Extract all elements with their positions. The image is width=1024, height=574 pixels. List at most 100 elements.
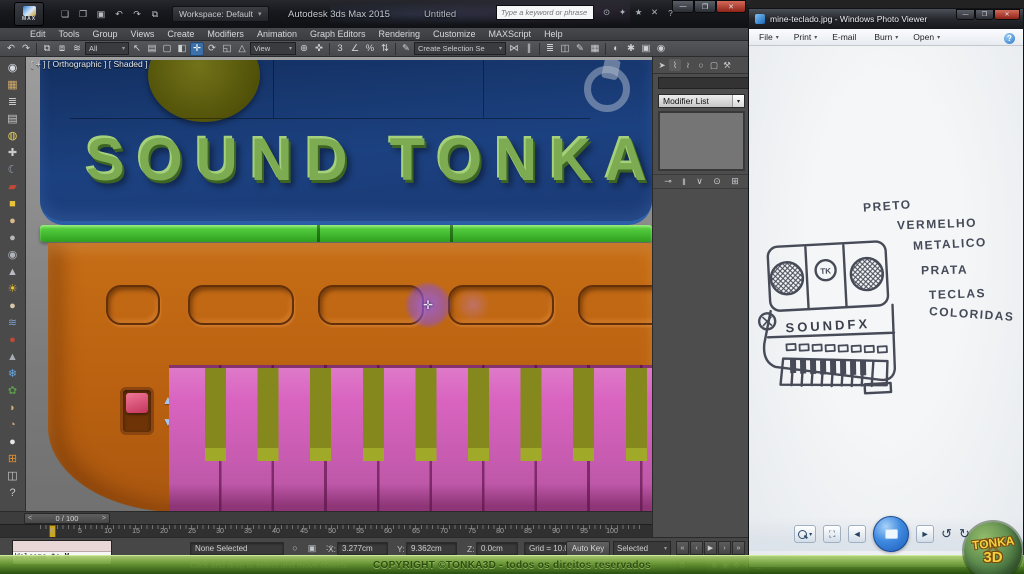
workspace-dropdown[interactable]: Workspace: Default ▾ — [172, 6, 269, 22]
table-icon[interactable]: ▤ — [3, 110, 23, 127]
scale-icon[interactable]: ◱ — [220, 42, 234, 56]
door-icon[interactable]: ◫ — [3, 467, 23, 484]
reference-coordinate-dropdown[interactable]: View▾ — [250, 42, 296, 55]
menu-item[interactable]: Group — [93, 29, 118, 39]
named-selection-set-dropdown[interactable]: Create Selection Se▾ — [414, 42, 506, 55]
make-unique-icon[interactable]: ∨ — [696, 176, 703, 187]
pyramid-icon[interactable]: ▲ — [3, 348, 23, 365]
search-icon[interactable]: ⊙ — [600, 6, 613, 19]
3dsmax-app-button[interactable]: MAX — [14, 2, 44, 26]
rendered-frame-icon[interactable]: ▣ — [639, 42, 653, 56]
manipulate-icon[interactable]: ✜ — [312, 42, 326, 56]
selection-region-icon[interactable]: ▢ — [160, 42, 174, 56]
help-icon[interactable]: ? — [1004, 33, 1015, 44]
undo-icon[interactable]: ↶ — [112, 7, 126, 21]
sign-in-icon[interactable]: ✕ — [648, 6, 661, 19]
modify-tab-icon[interactable]: ⌇ — [669, 59, 681, 71]
favorites-icon[interactable]: ★ — [632, 6, 645, 19]
moon-icon[interactable]: ☾ — [3, 161, 23, 178]
teapot-primitive-icon[interactable]: ◉ — [3, 246, 23, 263]
bind-spacewarp-icon[interactable]: ≋ — [70, 42, 84, 56]
play-button[interactable]: ▶ — [704, 541, 717, 555]
maximize-button[interactable]: ❐ — [694, 0, 716, 13]
layer-manager-icon[interactable]: ≣ — [543, 42, 557, 56]
viewer-menu-item[interactable]: File▾ — [759, 32, 779, 42]
window-crossing-icon[interactable]: ◧ — [175, 42, 189, 56]
viewer-menu-item[interactable]: E-mail — [832, 32, 859, 42]
image-icon[interactable]: ▦ — [3, 76, 23, 93]
open-file-icon[interactable]: ❐ — [76, 7, 90, 21]
configure-modifier-sets-icon[interactable]: ⊞ — [731, 176, 739, 187]
zoom-button[interactable]: ▾ — [794, 525, 816, 543]
new-scene-icon[interactable]: ❏ — [58, 7, 72, 21]
rotate-counterclockwise-button[interactable]: ↺ — [941, 526, 952, 542]
snap-toggle-icon[interactable]: 3 — [333, 42, 347, 56]
save-file-icon[interactable]: ▣ — [94, 7, 108, 21]
redo-icon[interactable]: ↷ — [130, 7, 144, 21]
select-and-move-button[interactable]: ✛ — [190, 42, 204, 56]
modifier-list-dropdown[interactable]: Modifier List ▾ — [658, 94, 745, 108]
next-image-button[interactable]: ► — [916, 525, 934, 543]
minimize-button[interactable]: — — [672, 0, 694, 13]
viewport-label[interactable]: [ + ] [ Orthographic ] [ Shaded ] — [31, 59, 147, 69]
time-slider[interactable]: < 0 / 100 > — [24, 513, 110, 524]
close-button[interactable]: ✕ — [716, 0, 746, 13]
key-mode-dropdown[interactable]: Selected▾ — [613, 541, 671, 556]
list-icon[interactable]: ≣ — [3, 93, 23, 110]
sphere-icon[interactable]: ● — [3, 297, 23, 314]
menu-item[interactable]: Tools — [59, 29, 80, 39]
close-button[interactable]: ✕ — [994, 9, 1020, 20]
menu-item[interactable]: MAXScript — [489, 29, 532, 39]
select-object-icon[interactable]: ↖ — [130, 42, 144, 56]
go-to-start-button[interactable]: « — [676, 541, 689, 555]
edit-named-selections-icon[interactable]: ✎ — [399, 42, 413, 56]
shell-icon[interactable]: ◔ — [3, 416, 23, 433]
actual-size-button[interactable]: ⛶ — [823, 525, 841, 543]
maximize-button[interactable]: ❐ — [975, 9, 994, 20]
percent-snap-icon[interactable]: % — [363, 42, 377, 56]
utilities-tab-icon[interactable]: ⚒ — [721, 59, 733, 71]
sphere-white-icon[interactable]: ● — [3, 433, 23, 450]
viewer-menu-item[interactable]: Print▾ — [794, 32, 818, 42]
grid-icon[interactable]: ⊞ — [3, 450, 23, 467]
go-to-end-button[interactable]: » — [732, 541, 745, 555]
menu-item[interactable]: Graph Editors — [310, 29, 366, 39]
unlink-icon[interactable]: ⧈ — [55, 42, 69, 56]
render-production-icon[interactable]: ◉ — [654, 42, 668, 56]
red-tag-icon[interactable]: ▰ — [3, 178, 23, 195]
auto-key-button[interactable]: Auto Key — [566, 541, 610, 556]
schematic-view-icon[interactable]: ▦ — [588, 42, 602, 56]
mirror-icon[interactable]: ⋈ — [507, 42, 521, 56]
redo-icon[interactable]: ↷ — [19, 42, 33, 56]
minimize-button[interactable]: — — [956, 9, 975, 20]
menu-item[interactable]: Views — [131, 29, 155, 39]
x-coordinate-field[interactable]: 3.277cm — [337, 542, 388, 555]
material-editor-icon[interactable]: ◐ — [609, 42, 623, 56]
menu-item[interactable]: Customize — [433, 29, 476, 39]
box-primitive-icon[interactable]: ■ — [3, 195, 23, 212]
time-slider-track[interactable]: < 0 / 100 > — [0, 511, 652, 524]
align-icon[interactable]: ∥ — [522, 42, 536, 56]
ribbon-icon[interactable]: ◫ — [558, 42, 572, 56]
menu-item[interactable]: Create — [167, 29, 194, 39]
viewport[interactable]: [ + ] [ Orthographic ] [ Shaded ] SOUND … — [26, 57, 652, 511]
modifier-stack[interactable] — [658, 111, 745, 171]
cone-primitive-icon[interactable]: ▲ — [3, 263, 23, 280]
project-folder-icon[interactable]: ⧉ — [148, 7, 162, 21]
display-tab-icon[interactable]: ▢ — [708, 59, 720, 71]
isolate-selection-icon[interactable]: ○ — [289, 542, 301, 554]
viewer-menu-item[interactable]: Burn▾ — [874, 32, 898, 42]
menu-item[interactable]: Help — [544, 29, 563, 39]
menu-item[interactable]: Rendering — [379, 29, 421, 39]
hand-icon[interactable]: ◗ — [3, 399, 23, 416]
selection-filter-dropdown[interactable]: All▾ — [85, 42, 129, 55]
select-by-name-icon[interactable]: ▤ — [145, 42, 159, 56]
help-icon[interactable]: ? — [3, 484, 23, 501]
sphere-tan-icon[interactable]: ● — [3, 212, 23, 229]
rotate-icon[interactable]: ⟳ — [205, 42, 219, 56]
viewer-menu-item[interactable]: Open▾ — [913, 32, 940, 42]
curve-editor-icon[interactable]: ✎ — [573, 42, 587, 56]
render-teapot-icon[interactable]: ◉ — [3, 59, 23, 76]
tool-icon[interactable]: ✚ — [3, 144, 23, 161]
motion-tab-icon[interactable]: ○ — [695, 59, 707, 71]
